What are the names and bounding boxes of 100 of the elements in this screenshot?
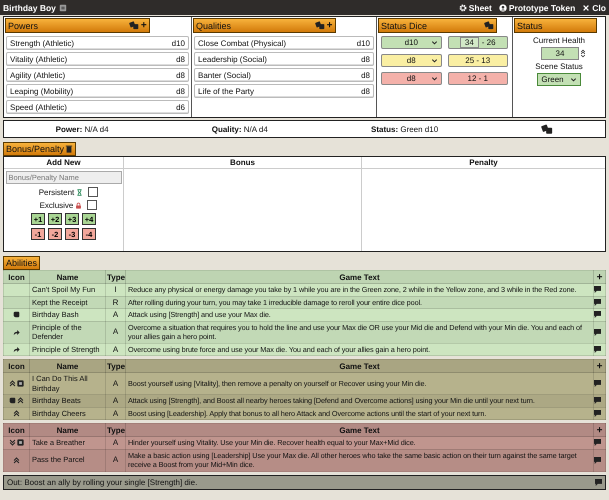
section-title: Bonus/Penalty bbox=[6, 144, 64, 154]
checkbox[interactable] bbox=[87, 200, 98, 210]
arrow-icon bbox=[13, 346, 20, 353]
column-header: Icon bbox=[4, 360, 30, 372]
lock-icon bbox=[75, 202, 82, 208]
column-header: Type bbox=[106, 360, 126, 372]
trait-row[interactable]: Vitality (Athletic) d8 bbox=[6, 52, 189, 66]
die-value: d8 bbox=[361, 54, 370, 64]
add-button[interactable]: + bbox=[326, 21, 332, 30]
window-title: Birthday Boy bbox=[3, 2, 56, 12]
roll-dice-icon[interactable] bbox=[541, 124, 554, 134]
die-value: d10 bbox=[172, 38, 185, 48]
ability-type: A bbox=[106, 343, 126, 356]
scene-select[interactable]: Green bbox=[537, 73, 581, 86]
square-icon bbox=[17, 380, 24, 387]
trait-row[interactable]: Leaping (Mobility) d8 bbox=[6, 84, 189, 98]
die-value: d8 bbox=[176, 86, 185, 96]
dice-icon[interactable] bbox=[128, 21, 139, 30]
header-button[interactable]: Prototype Token bbox=[494, 2, 576, 12]
spinner-icon[interactable] bbox=[580, 48, 586, 59]
summary-text: Power: N/A d4 bbox=[56, 124, 109, 134]
comment-icon[interactable] bbox=[594, 380, 601, 387]
section-title: Qualities bbox=[196, 20, 232, 30]
ability-type: A bbox=[106, 321, 126, 343]
trait-name: Banter (Social) bbox=[198, 70, 251, 80]
field-label: Scene Status bbox=[535, 62, 583, 71]
option-label: Exclusive bbox=[40, 200, 74, 210]
die-select[interactable]: d8 bbox=[381, 72, 442, 85]
trait-row[interactable]: Agility (Athletic) d8 bbox=[6, 68, 189, 82]
add-button[interactable]: + bbox=[140, 21, 147, 30]
comment-icon[interactable] bbox=[594, 346, 601, 353]
ability-type: A bbox=[106, 436, 126, 449]
column-header: Add New bbox=[4, 157, 124, 169]
column-header: Penalty bbox=[362, 157, 605, 169]
header-button[interactable]: Clo bbox=[578, 2, 606, 12]
column-header: Game Text bbox=[126, 270, 594, 284]
out-text: Out: Boost an ally by rolling your single [Strength] die. bbox=[7, 478, 198, 486]
range-text: - 26 bbox=[482, 38, 496, 47]
health-field[interactable]: 34 bbox=[541, 47, 579, 60]
section-title: Abilities bbox=[6, 258, 38, 268]
trait-row[interactable]: Speed (Athletic) d6 bbox=[6, 100, 189, 114]
ability-type: A bbox=[106, 449, 126, 471]
caret-icon bbox=[430, 75, 438, 82]
trash-icon[interactable] bbox=[65, 145, 74, 153]
summary-text: Status: Green d10 bbox=[371, 124, 438, 134]
double-chevron-down-icon bbox=[9, 439, 16, 446]
health-marker: 34 bbox=[460, 37, 479, 48]
hourglass-icon bbox=[76, 188, 84, 196]
comment-icon[interactable] bbox=[594, 439, 601, 446]
double-chevron-up-icon bbox=[17, 397, 24, 404]
option-label: Persistent bbox=[38, 188, 74, 196]
section-title: Status Dice bbox=[381, 20, 428, 30]
comment-icon[interactable] bbox=[594, 328, 601, 336]
caret-icon bbox=[570, 76, 577, 83]
column-header: Name bbox=[30, 424, 106, 436]
double-chevron-up-icon bbox=[13, 456, 20, 464]
comment-icon[interactable] bbox=[595, 478, 602, 486]
column-header: Type bbox=[106, 424, 126, 436]
caret-icon bbox=[430, 57, 438, 64]
trait-name: Vitality (Athletic) bbox=[10, 54, 68, 64]
trait-name: Leaping (Mobility) bbox=[10, 86, 74, 96]
trait-name: Agility (Athletic) bbox=[10, 70, 66, 80]
dice-icon[interactable] bbox=[314, 21, 325, 30]
sheet-icon[interactable] bbox=[58, 4, 67, 12]
column-header: Game Text bbox=[126, 360, 594, 372]
die-value: d10 bbox=[356, 38, 370, 48]
arrow-icon bbox=[13, 328, 20, 336]
section-title: Powers bbox=[8, 20, 38, 30]
ability-type: I bbox=[106, 284, 126, 296]
column-header: Bonus bbox=[124, 157, 362, 169]
trait-row[interactable]: Strength (Athletic) d10 bbox=[6, 36, 189, 50]
trait-name: Speed (Athletic) bbox=[10, 102, 67, 112]
double-chevron-up-icon bbox=[13, 410, 20, 417]
checkbox[interactable] bbox=[88, 187, 98, 197]
column-header: Type bbox=[106, 270, 126, 284]
section-title: Status bbox=[517, 20, 543, 30]
column-header: Name bbox=[30, 360, 106, 372]
comment-icon[interactable] bbox=[594, 456, 601, 464]
trait-row[interactable]: Banter (Social) d8 bbox=[194, 68, 374, 82]
range-text: 25 - 13 bbox=[465, 56, 490, 65]
die-value: d8 bbox=[361, 70, 370, 80]
die-value: d6 bbox=[176, 102, 185, 112]
trait-row[interactable]: Close Combat (Physical) d10 bbox=[194, 36, 374, 50]
trait-name: Leadership (Social) bbox=[198, 54, 267, 64]
column-header: Name bbox=[30, 270, 106, 284]
trait-name: Strength (Athletic) bbox=[10, 38, 74, 48]
double-chevron-up-icon bbox=[9, 380, 16, 387]
header-button[interactable]: Sheet bbox=[454, 2, 492, 12]
close-icon bbox=[582, 4, 590, 12]
trait-name: Close Combat (Physical) bbox=[198, 38, 286, 48]
die-select[interactable]: d8 bbox=[381, 54, 442, 67]
dice-icon[interactable] bbox=[484, 21, 494, 30]
trait-row[interactable]: Life of the Party d8 bbox=[194, 84, 374, 98]
ability-type: R bbox=[106, 296, 126, 308]
column-header: Icon bbox=[4, 424, 30, 436]
trait-row[interactable]: Leadership (Social) d8 bbox=[194, 52, 374, 66]
square-icon bbox=[17, 439, 24, 446]
ability-type: A bbox=[106, 372, 126, 394]
caret-icon bbox=[430, 39, 438, 46]
die-select[interactable]: d10 bbox=[381, 36, 442, 49]
